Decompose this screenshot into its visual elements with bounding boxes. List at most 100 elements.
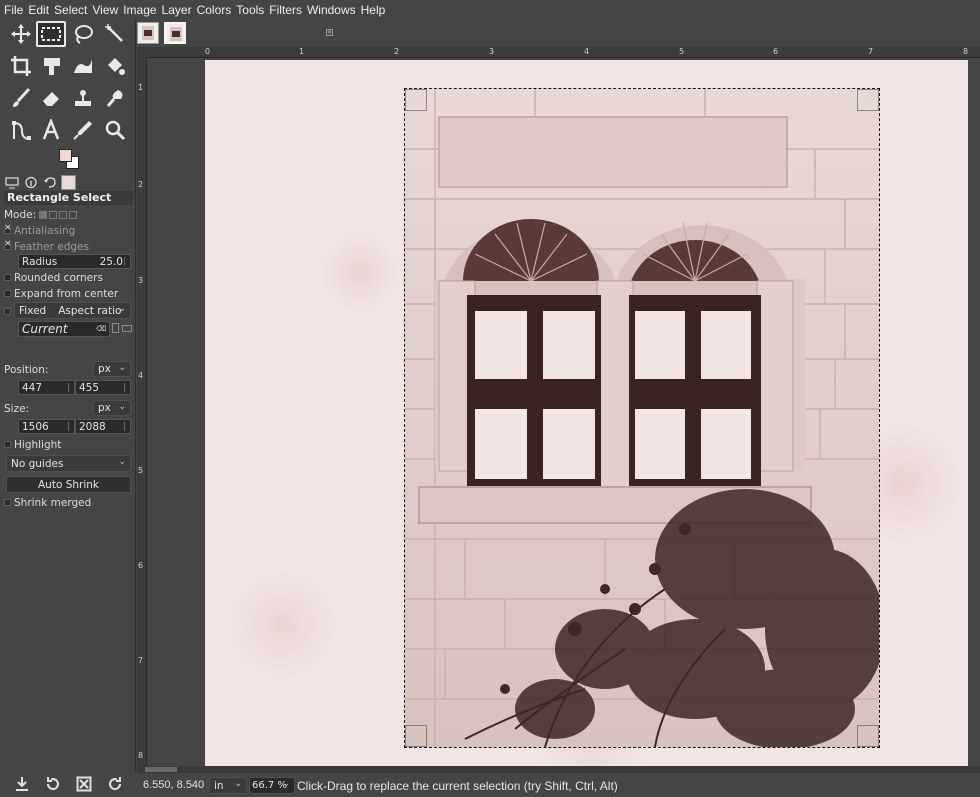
- menu-colors[interactable]: Colors: [197, 3, 232, 17]
- crop-icon[interactable]: [6, 53, 36, 79]
- menu-image[interactable]: Image: [123, 3, 156, 17]
- menu-file[interactable]: File: [4, 3, 23, 17]
- rectangle-select-icon[interactable]: [36, 21, 66, 47]
- mode-subtract-icon[interactable]: [59, 210, 68, 219]
- highlight-row[interactable]: Highlight: [4, 437, 61, 452]
- clear-entry-icon[interactable]: ⌫: [96, 325, 106, 333]
- position-unit-combo[interactable]: px ⌄: [93, 361, 131, 377]
- antialiasing-label: Antialiasing: [14, 224, 76, 237]
- eraser-icon[interactable]: [36, 85, 66, 111]
- unit-combo[interactable]: in ⌄: [209, 777, 247, 794]
- mode-replace-icon[interactable]: [39, 210, 48, 219]
- chevron-down-icon: ⌄: [234, 779, 242, 789]
- undo-history-tab-icon[interactable]: [42, 175, 58, 189]
- fixed-value-entry[interactable]: Current ⌫: [18, 321, 110, 337]
- ruler-corner[interactable]: [137, 47, 147, 58]
- feather-edges-row[interactable]: Feather edges: [4, 239, 89, 254]
- chevron-down-icon: ⌄: [282, 779, 290, 789]
- menu-layer[interactable]: Layer: [162, 3, 192, 17]
- move-tool-icon[interactable]: [6, 21, 36, 47]
- feather-edges-checkbox[interactable]: [4, 239, 12, 250]
- warp-transform-icon[interactable]: [68, 53, 98, 79]
- save-options-icon[interactable]: [14, 776, 30, 792]
- size-h-spinner[interactable]: 2088: [75, 419, 131, 434]
- paintbrush-icon[interactable]: [6, 85, 36, 111]
- position-x-spinner[interactable]: 447: [18, 380, 75, 395]
- highlight-checkbox[interactable]: [4, 441, 11, 448]
- size-unit-combo[interactable]: px ⌄: [93, 400, 131, 416]
- mode-intersect-icon[interactable]: [69, 210, 78, 219]
- shrink-merged-label: Shrink merged: [14, 496, 92, 509]
- portrait-icon[interactable]: [112, 323, 119, 333]
- menu-tools[interactable]: Tools: [236, 3, 264, 17]
- size-w-spinner[interactable]: 1506: [18, 419, 75, 434]
- menu-view[interactable]: View: [92, 3, 118, 17]
- close-icon[interactable]: ×: [326, 29, 333, 36]
- auto-shrink-button[interactable]: Auto Shrink: [6, 476, 131, 493]
- highlight-label: Highlight: [14, 438, 62, 451]
- device-status-tab-icon[interactable]: [23, 175, 39, 189]
- pointer-coordinates: 6.550, 8.540: [143, 779, 205, 791]
- chevron-down-icon: ⌄: [118, 402, 126, 412]
- restore-options-icon[interactable]: [45, 776, 61, 792]
- landscape-icon[interactable]: [122, 325, 132, 332]
- image-canvas[interactable]: [147, 58, 980, 766]
- feather-edges-label: Feather edges: [14, 240, 89, 253]
- vertical-ruler[interactable]: 1 2 3 4 5 6 7 8: [137, 58, 147, 766]
- expand-from-center-row[interactable]: Expand from center: [4, 286, 118, 301]
- zoom-icon[interactable]: [100, 117, 130, 143]
- menu-filters[interactable]: Filters: [269, 3, 302, 17]
- images-tab-thumbnail[interactable]: [61, 174, 76, 190]
- smudge-icon[interactable]: [100, 85, 130, 111]
- fixed-label: Fixed: [19, 304, 47, 317]
- horizontal-ruler[interactable]: 0 1 2 3 4 5 6 7 8: [147, 47, 980, 58]
- fixed-value-text: Current: [22, 322, 68, 336]
- mode-add-icon[interactable]: [49, 210, 58, 219]
- rounded-corners-row[interactable]: Rounded corners: [4, 270, 103, 285]
- delete-options-icon[interactable]: [76, 776, 92, 792]
- antialiasing-checkbox[interactable]: [4, 223, 12, 234]
- fuzzy-select-icon[interactable]: [100, 21, 130, 47]
- color-picker-icon[interactable]: [68, 117, 98, 143]
- rounded-corners-checkbox[interactable]: [4, 274, 11, 281]
- fixed-mode-combo[interactable]: Fixed Aspect ratio ⌄: [14, 302, 131, 319]
- guides-combo[interactable]: No guides ⌄: [6, 455, 131, 472]
- fixed-checkbox[interactable]: [4, 308, 11, 315]
- antialiasing-row[interactable]: Antialiasing: [4, 223, 75, 238]
- zoom-combo[interactable]: 66.7 % ⌄: [249, 777, 295, 794]
- menu-select[interactable]: Select: [54, 3, 87, 17]
- window-photo[interactable]: [405, 89, 879, 747]
- text-tool-icon[interactable]: [36, 117, 66, 143]
- paths-icon[interactable]: [6, 117, 36, 143]
- ruler-tick-2: 2: [138, 180, 144, 189]
- position-y-spinner[interactable]: 455: [75, 380, 131, 395]
- free-select-icon[interactable]: [68, 21, 98, 47]
- radius-label: Radius: [22, 255, 58, 268]
- bucket-fill-icon[interactable]: [100, 53, 130, 79]
- menubar: File Edit Select View Image Layer Colors…: [0, 0, 980, 19]
- horizontal-scrollbar[interactable]: [137, 766, 980, 773]
- vertical-scrollbar[interactable]: [968, 58, 980, 766]
- paper-background[interactable]: [205, 60, 980, 766]
- size-h-value: 2088: [79, 420, 106, 433]
- ruler-tick-6: 6: [138, 561, 144, 570]
- clone-icon[interactable]: [68, 85, 98, 111]
- reset-options-icon[interactable]: [107, 776, 123, 792]
- foreground-color[interactable]: [59, 149, 72, 162]
- unified-transform-icon[interactable]: [36, 53, 66, 79]
- shrink-merged-checkbox[interactable]: [4, 499, 11, 506]
- menu-windows[interactable]: Windows: [307, 3, 356, 17]
- image-tab-1[interactable]: [137, 22, 159, 44]
- image-tab-2[interactable]: [164, 22, 186, 44]
- ruler-tick-1: 1: [138, 83, 144, 92]
- radius-spinner[interactable]: Radius 25.0: [18, 254, 131, 269]
- chevron-down-icon: ⌄: [118, 457, 126, 467]
- shrink-merged-row[interactable]: Shrink merged: [4, 495, 91, 510]
- fg-bg-color-swatch[interactable]: [58, 148, 80, 170]
- scrollbar-thumb[interactable]: [145, 767, 177, 772]
- menu-edit[interactable]: Edit: [28, 3, 49, 17]
- menu-help[interactable]: Help: [361, 3, 386, 17]
- expand-from-center-checkbox[interactable]: [4, 290, 11, 297]
- tool-options-tab-icon[interactable]: [4, 175, 20, 189]
- mode-row: Mode:: [4, 207, 78, 222]
